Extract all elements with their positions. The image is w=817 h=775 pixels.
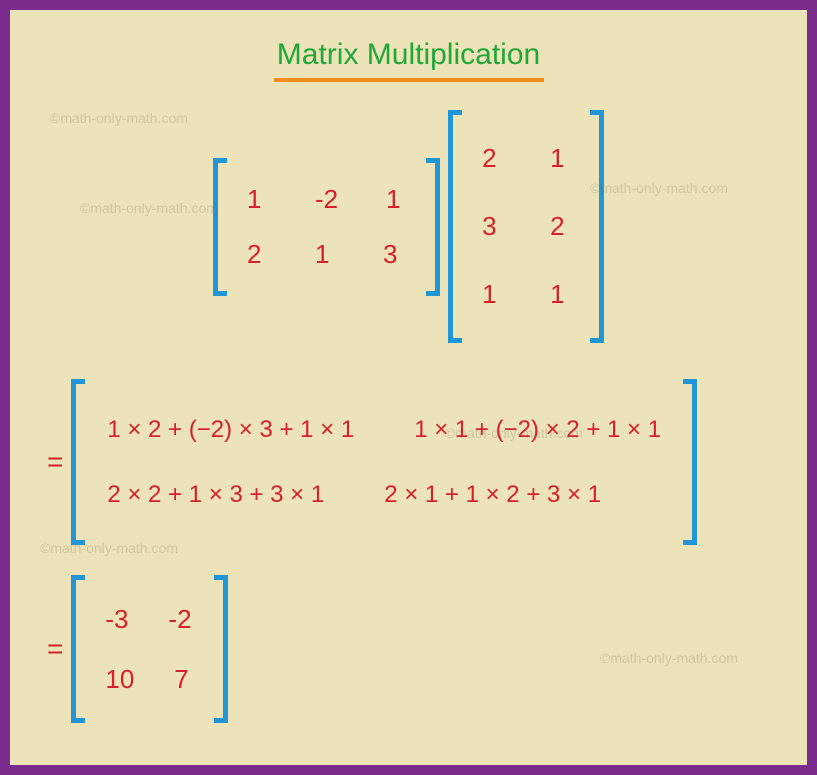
matrix-a: 1 -2 1 2 1 3 (213, 158, 440, 296)
matrix-cell: 1 × 1 + (−2) × 2 + 1 × 1 (414, 416, 661, 444)
matrix-cell: 2 (482, 143, 502, 174)
matrix-result: -3 -2 10 7 (71, 575, 228, 723)
matrix-cell: 1 (550, 279, 570, 310)
title-underline (274, 78, 544, 82)
bracket-right-icon (590, 110, 604, 343)
bracket-left-icon (71, 575, 85, 723)
bracket-left-icon (213, 158, 227, 296)
matrix-cell: 1 (315, 239, 335, 270)
matrix-cell: 2 × 2 + 1 × 3 + 3 × 1 (107, 481, 324, 509)
result-step: = -3 -2 10 7 (47, 575, 782, 723)
bracket-left-icon (448, 110, 462, 343)
bracket-right-icon (683, 379, 697, 545)
expanded-step: = 1 × 2 + (−2) × 3 + 1 × 1 1 × 1 + (−2) … (47, 379, 782, 545)
matrix-cell: 3 (482, 211, 502, 242)
matrix-cell: 10 (105, 664, 134, 695)
page-title: Matrix Multiplication (35, 38, 782, 72)
matrix-cell: 1 (482, 279, 502, 310)
document-frame: Matrix Multiplication 1 -2 1 2 1 3 (0, 0, 817, 775)
matrix-cell: 2 × 1 + 1 × 2 + 3 × 1 (384, 481, 601, 509)
matrix-cell: -2 (315, 184, 338, 215)
matrices-row: 1 -2 1 2 1 3 2 1 3 (35, 110, 782, 343)
bracket-left-icon (71, 379, 85, 545)
equals-sign: = (47, 446, 63, 478)
matrix-cell: 1 (386, 184, 406, 215)
matrix-b: 2 1 3 2 1 1 (448, 110, 604, 343)
matrix-cell: 2 (247, 239, 267, 270)
matrix-cell: 2 (550, 211, 570, 242)
matrix-cell: 1 (247, 184, 267, 215)
matrix-cell: -2 (168, 604, 191, 635)
matrix-cell: 1 (550, 143, 570, 174)
bracket-right-icon (426, 158, 440, 296)
equals-sign: = (47, 633, 63, 665)
matrix-expanded: 1 × 2 + (−2) × 3 + 1 × 1 1 × 1 + (−2) × … (71, 379, 697, 545)
matrix-cell: -3 (105, 604, 128, 635)
matrix-cell: 1 × 2 + (−2) × 3 + 1 × 1 (107, 416, 354, 444)
matrix-cell: 3 (383, 239, 403, 270)
matrix-cell: 7 (174, 664, 194, 695)
bracket-right-icon (214, 575, 228, 723)
